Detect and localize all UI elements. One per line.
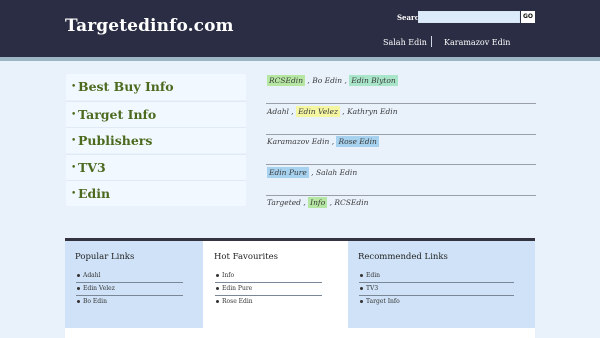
tag-separator: , bbox=[288, 107, 297, 116]
tag-row-divider bbox=[266, 164, 536, 165]
footer-link-list: Info Edin Pure Rose Edin bbox=[215, 270, 322, 309]
menu-bullet: • bbox=[71, 162, 77, 173]
footer-link-label[interactable]: Edin Velez bbox=[83, 285, 115, 292]
footer-link[interactable]: Target Info bbox=[359, 296, 514, 309]
tag-link[interactable]: Edin Velez bbox=[296, 106, 340, 117]
footer-column-title: Hot Favourites bbox=[214, 252, 279, 262]
menu-item-edin[interactable]: • Edin bbox=[66, 180, 246, 206]
footer-link[interactable]: Info bbox=[215, 270, 322, 283]
tag-row-text: Adahl , Edin Velez , Kathryn Edin bbox=[267, 106, 398, 117]
footer-link-label[interactable]: Bo Edin bbox=[83, 298, 107, 305]
footer-link[interactable]: Edin Velez bbox=[76, 283, 183, 296]
footer-link-label[interactable]: TV3 bbox=[366, 285, 378, 292]
menu-item-tv3[interactable]: • TV3 bbox=[66, 153, 246, 180]
tag-row: Targeted , Info , RCSEdin bbox=[266, 196, 536, 226]
footer-column-popular-links: Popular Links Adahl Edin Velez Bo Edin bbox=[65, 241, 203, 328]
tag-separator: , bbox=[339, 107, 348, 116]
header-link-divider bbox=[431, 36, 432, 47]
tag-row-text: RCSEdin , Bo Edin , Edin Blyton bbox=[267, 75, 398, 86]
tag-link[interactable]: Adahl bbox=[267, 107, 289, 116]
footer-link[interactable]: Edin bbox=[359, 270, 514, 283]
tag-row-text: Edin Pure , Salah Edin bbox=[267, 167, 357, 178]
bullet-icon bbox=[216, 287, 219, 290]
menu-item-label[interactable]: Edin bbox=[78, 186, 110, 201]
tag-link[interactable]: Bo Edin bbox=[312, 76, 342, 85]
bullet-icon bbox=[216, 274, 219, 277]
tag-row: Edin Pure , Salah Edin bbox=[266, 166, 536, 196]
footer-link-label[interactable]: Adahl bbox=[83, 272, 101, 279]
tag-link[interactable]: Rose Edin bbox=[336, 136, 379, 147]
site-header: Targetedinfo.com Search GO Salah Edin Ka… bbox=[0, 0, 600, 57]
tag-link[interactable]: Karamazov Edin bbox=[267, 137, 329, 146]
footer-column-title: Popular Links bbox=[75, 252, 135, 262]
tag-row-text: Karamazov Edin , Rose Edin bbox=[267, 136, 379, 147]
footer-link-label[interactable]: Edin Pure bbox=[222, 285, 252, 292]
footer-link[interactable]: Edin Pure bbox=[215, 283, 322, 296]
footer-link-label[interactable]: Rose Edin bbox=[222, 298, 253, 305]
header-link-salah-edin[interactable]: Salah Edin bbox=[383, 38, 427, 47]
tag-row-text: Targeted , Info , RCSEdin bbox=[267, 197, 368, 208]
tag-separator: , bbox=[308, 168, 316, 177]
menu-item-publishers[interactable]: • Publishers bbox=[66, 127, 246, 153]
tag-link[interactable]: Targeted bbox=[267, 198, 301, 207]
tag-link[interactable]: Salah Edin bbox=[316, 168, 357, 177]
footer-column-hot-favourites: Hot Favourites Info Edin Pure Rose Edin bbox=[204, 241, 342, 328]
tag-row-divider bbox=[266, 103, 536, 104]
tag-link[interactable]: RCSEdin bbox=[334, 198, 368, 207]
search-input[interactable] bbox=[418, 11, 520, 23]
footer-link-list: Adahl Edin Velez Bo Edin bbox=[76, 270, 183, 309]
menu-bullet: • bbox=[71, 109, 77, 120]
footer-link-list: Edin TV3 Target Info bbox=[359, 270, 514, 309]
tag-link[interactable]: Info bbox=[308, 197, 328, 208]
header-link-karamazov-edin[interactable]: Karamazov Edin bbox=[444, 38, 510, 47]
bullet-icon bbox=[216, 300, 219, 303]
footer-link[interactable]: Rose Edin bbox=[215, 296, 322, 309]
footer-column-recommended-links: Recommended Links Edin TV3 Target Info bbox=[348, 241, 535, 328]
tag-row: RCSEdin , Bo Edin , Edin Blyton bbox=[266, 74, 536, 104]
footer-link-label[interactable]: Target Info bbox=[366, 298, 400, 305]
bullet-icon bbox=[77, 287, 80, 290]
footer-column-title: Recommended Links bbox=[358, 252, 448, 262]
tag-link[interactable]: RCSEdin bbox=[267, 75, 306, 86]
footer-link-label[interactable]: Edin bbox=[366, 272, 380, 279]
footer-link[interactable]: Adahl bbox=[76, 270, 183, 283]
bullet-icon bbox=[77, 274, 80, 277]
header-stripe bbox=[0, 57, 600, 61]
tag-row: Adahl , Edin Velez , Kathryn Edin bbox=[266, 105, 536, 135]
menu-item-label[interactable]: Best Buy Info bbox=[78, 79, 174, 94]
tag-row: Karamazov Edin , Rose Edin bbox=[266, 135, 536, 165]
menu-item-label[interactable]: Publishers bbox=[78, 133, 152, 148]
menu-bullet: • bbox=[71, 82, 77, 92]
menu-bullet: • bbox=[71, 136, 77, 146]
footer-link[interactable]: TV3 bbox=[359, 283, 514, 296]
footer-link-label[interactable]: Info bbox=[222, 272, 234, 279]
bullet-icon bbox=[360, 287, 363, 290]
tag-link[interactable]: Kathryn Edin bbox=[347, 107, 397, 116]
menu-item-label[interactable]: Target Info bbox=[78, 107, 156, 122]
search-go-button[interactable]: GO bbox=[521, 11, 535, 23]
bullet-icon bbox=[77, 300, 80, 303]
bullet-icon bbox=[360, 300, 363, 303]
tag-link[interactable]: Edin Pure bbox=[267, 167, 309, 178]
bullet-icon bbox=[360, 274, 363, 277]
menu-item-target-info[interactable]: • Target Info bbox=[66, 100, 246, 127]
category-menu: • Best Buy Info • Target Info • Publishe… bbox=[66, 74, 246, 207]
tag-link[interactable]: Edin Blyton bbox=[349, 75, 398, 86]
menu-bullet: • bbox=[71, 189, 77, 199]
site-logo[interactable]: Targetedinfo.com bbox=[65, 16, 234, 36]
menu-item-best-buy-info[interactable]: • Best Buy Info bbox=[66, 74, 246, 100]
footer-link[interactable]: Bo Edin bbox=[76, 296, 183, 309]
menu-item-label[interactable]: TV3 bbox=[78, 160, 106, 175]
